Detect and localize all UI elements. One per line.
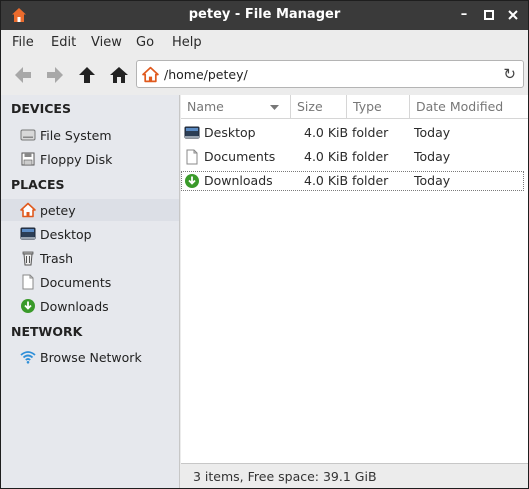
minimize-button[interactable]: – <box>454 5 474 25</box>
sidebar-item-label: Browse Network <box>40 350 142 365</box>
file-date: Today <box>414 125 451 140</box>
sidebar-item-label: Floppy Disk <box>40 152 113 167</box>
trash-icon <box>22 251 34 266</box>
window-title: petey - File Manager <box>188 7 341 22</box>
location-path[interactable]: /home/petey/ <box>164 67 248 82</box>
menu-bar: File Edit View Go Help <box>1 30 528 55</box>
file-name: Documents <box>204 149 276 164</box>
file-type: folder <box>352 149 389 164</box>
document-icon <box>186 149 198 165</box>
reload-icon[interactable]: ↻ <box>503 65 516 83</box>
status-bar: 3 items, Free space: 39.1 GiB <box>181 463 528 488</box>
column-header-type[interactable]: Type <box>347 95 410 119</box>
drive-icon <box>20 129 36 141</box>
column-label: Type <box>353 99 382 114</box>
section-devices: DEVICES <box>11 101 71 116</box>
sidebar-item-documents[interactable]: Documents <box>1 271 179 293</box>
desktop-icon <box>184 126 200 139</box>
column-header-name[interactable]: Name <box>181 95 291 119</box>
download-icon <box>21 299 35 313</box>
home-button[interactable] <box>108 64 130 86</box>
sidebar-item-trash[interactable]: Trash <box>1 247 179 269</box>
sidebar: DEVICES File System Floppy Disk PLACES p… <box>1 95 180 488</box>
sidebar-item-petey[interactable]: petey <box>1 199 179 221</box>
file-manager-window: petey - File Manager – File Edit View Go… <box>0 0 529 489</box>
file-date: Today <box>414 173 451 188</box>
table-row[interactable]: Documents 4.0 KiB folder Today <box>181 147 524 167</box>
file-type: folder <box>352 125 389 140</box>
desktop-icon <box>20 227 36 240</box>
sidebar-item-label: Documents <box>40 275 112 290</box>
sidebar-item-browse-network[interactable]: Browse Network <box>1 346 179 368</box>
column-header-date-modified[interactable]: Date Modified <box>410 95 528 119</box>
menu-help[interactable]: Help <box>172 35 202 50</box>
sidebar-item-label: Trash <box>40 251 74 266</box>
menu-edit[interactable]: Edit <box>51 35 76 50</box>
forward-button[interactable] <box>44 64 66 86</box>
file-size: 4.0 KiB <box>304 173 349 188</box>
file-list: Name Size Type Date Modified Desktop 4.0… <box>181 95 528 463</box>
file-size: 4.0 KiB <box>304 125 349 140</box>
file-name: Desktop <box>204 125 256 140</box>
sidebar-item-downloads[interactable]: Downloads <box>1 295 179 317</box>
download-icon <box>185 174 199 188</box>
section-network: NETWORK <box>11 324 83 339</box>
home-icon <box>142 66 159 83</box>
sidebar-item-label: Downloads <box>40 299 109 314</box>
menu-go[interactable]: Go <box>136 35 154 50</box>
sidebar-item-desktop[interactable]: Desktop <box>1 223 179 245</box>
sidebar-item-label: petey <box>40 203 76 218</box>
floppy-icon <box>21 152 35 166</box>
file-date: Today <box>414 149 451 164</box>
maximize-button[interactable] <box>479 5 499 25</box>
file-size: 4.0 KiB <box>304 149 349 164</box>
column-label: Date Modified <box>416 99 504 114</box>
file-name: Downloads <box>204 173 273 188</box>
back-button[interactable] <box>12 64 34 86</box>
table-row[interactable]: Desktop 4.0 KiB folder Today <box>181 123 524 143</box>
up-button[interactable] <box>76 64 98 86</box>
column-label: Size <box>297 99 323 114</box>
location-bar[interactable]: /home/petey/ ↻ <box>136 60 524 88</box>
column-label: Name <box>187 99 224 114</box>
file-type: folder <box>352 173 389 188</box>
sidebar-item-label: File System <box>40 128 112 143</box>
table-row[interactable]: Downloads 4.0 KiB folder Today <box>181 171 524 191</box>
maximize-icon <box>484 10 494 20</box>
status-text: 3 items, Free space: 39.1 GiB <box>193 469 377 484</box>
column-header-size[interactable]: Size <box>291 95 347 119</box>
menu-view[interactable]: View <box>91 35 122 50</box>
section-places: PLACES <box>11 177 65 192</box>
home-icon <box>20 202 36 218</box>
document-icon <box>22 274 34 290</box>
menu-file[interactable]: File <box>12 35 34 50</box>
title-bar[interactable]: petey - File Manager – <box>1 1 528 30</box>
sort-down-icon <box>270 105 279 110</box>
toolbar: /home/petey/ ↻ <box>1 55 528 93</box>
sidebar-item-label: Desktop <box>40 227 92 242</box>
sidebar-item-floppy-disk[interactable]: Floppy Disk <box>1 148 179 170</box>
close-button[interactable] <box>503 5 523 25</box>
sidebar-item-file-system[interactable]: File System <box>1 124 179 146</box>
wifi-icon <box>20 351 36 364</box>
close-icon <box>508 10 518 20</box>
